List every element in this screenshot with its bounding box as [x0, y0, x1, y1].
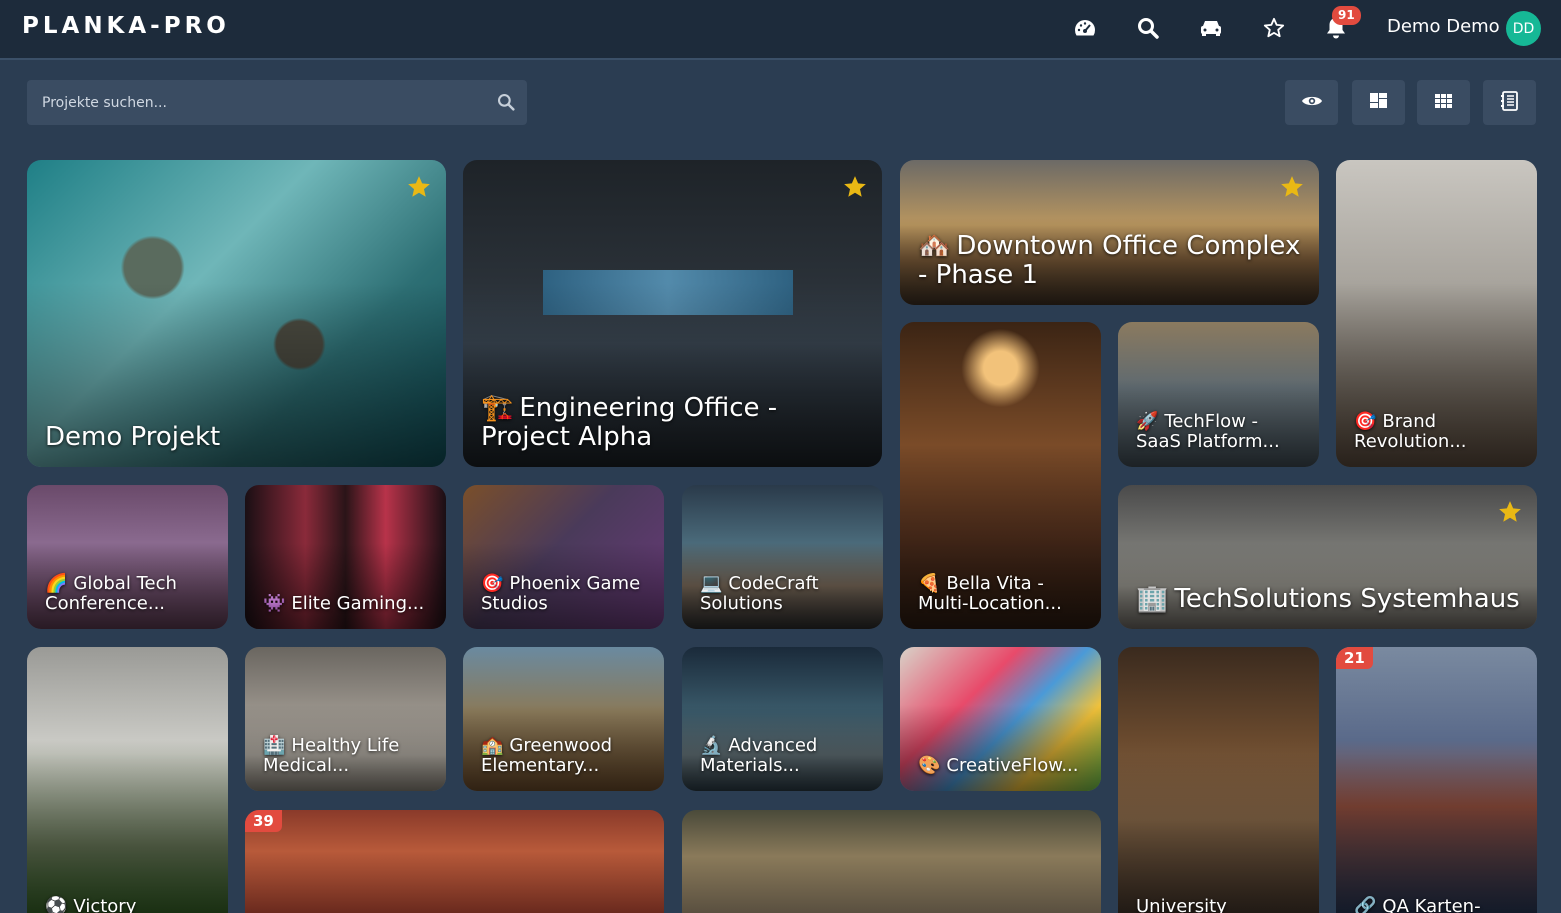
eye-icon [1301, 93, 1323, 112]
project-title: 🏘️ Downtown Office Complex - Phase 1 [918, 230, 1301, 290]
project-title: 🔬 Advanced Materials... [700, 734, 818, 776]
avatar[interactable]: DD [1506, 11, 1541, 46]
project-card[interactable]: 🎨 CreativeFlow... [900, 647, 1101, 791]
project-card[interactable]: Demo Projekt [27, 160, 446, 467]
search-icon [497, 93, 515, 115]
masonry-view-button[interactable] [1352, 80, 1405, 125]
project-title: 🔗 QA Karten- [1354, 895, 1481, 913]
project-card[interactable]: 🏢 TechSolutions Systemhaus [1118, 485, 1537, 629]
project-card[interactable]: 🌈 Global Tech Conference... [27, 485, 228, 629]
search-input[interactable] [42, 94, 482, 111]
project-title: 🏫 Greenwood Elementary... [481, 734, 613, 776]
project-card[interactable]: ⚽ Victory [27, 647, 228, 913]
project-title: 🏢 TechSolutions Systemhaus [1136, 583, 1520, 614]
project-card[interactable]: 💻 CodeCraft Solutions [682, 485, 883, 629]
list-view-button[interactable] [1483, 80, 1536, 125]
masonry-view-icon [1370, 93, 1387, 112]
project-title: ⚽ Victory [45, 895, 137, 913]
toggle-hidden-button[interactable] [1285, 80, 1338, 125]
project-card[interactable]: 39 [245, 810, 664, 913]
project-card[interactable]: 🔬 Advanced Materials... [682, 647, 883, 791]
project-card[interactable]: University [1118, 647, 1319, 913]
projects-icon[interactable] [1197, 14, 1225, 42]
project-title: 🚀 TechFlow - SaaS Platform... [1136, 410, 1280, 452]
card-count-badge: 21 [1336, 647, 1373, 669]
project-card[interactable] [682, 810, 1101, 913]
project-title: Demo Projekt [45, 421, 221, 452]
project-card[interactable]: 🏗️ Engineering Office - Project Alpha [463, 160, 882, 467]
project-card[interactable]: 🎯 Phoenix Game Studios [463, 485, 664, 629]
favorite-star-icon[interactable] [1497, 499, 1523, 529]
favorite-star-icon[interactable] [842, 174, 868, 204]
user-name[interactable]: Demo Demo [1387, 16, 1500, 37]
favorites-icon[interactable] [1260, 14, 1288, 42]
project-title: 🍕 Bella Vita - Multi-Location... [918, 572, 1062, 614]
brand-logo[interactable]: PLANKA-PRO [22, 13, 230, 39]
project-title: 🏗️ Engineering Office - Project Alpha [481, 392, 778, 452]
project-title: 🏥 Healthy Life Medical... [263, 734, 400, 776]
project-card[interactable]: 🏘️ Downtown Office Complex - Phase 1 [900, 160, 1319, 305]
project-title: 🎯 Phoenix Game Studios [481, 572, 641, 614]
search-icon[interactable] [1134, 14, 1162, 42]
project-card[interactable]: 👾 Elite Gaming... [245, 485, 446, 629]
dashboard-icon[interactable] [1071, 14, 1099, 42]
project-title: 👾 Elite Gaming... [263, 592, 425, 614]
project-title: 💻 CodeCraft Solutions [700, 572, 819, 614]
grid-view-button[interactable] [1417, 80, 1470, 125]
project-card[interactable]: 21 🔗 QA Karten- [1336, 647, 1537, 913]
notification-badge: 91 [1332, 6, 1361, 25]
project-card[interactable]: 🏥 Healthy Life Medical... [245, 647, 446, 791]
project-search [27, 80, 527, 125]
project-card[interactable]: 🚀 TechFlow - SaaS Platform... [1118, 322, 1319, 467]
favorite-star-icon[interactable] [406, 174, 432, 204]
favorite-star-icon[interactable] [1279, 174, 1305, 204]
top-bar: PLANKA-PRO 91 Demo Demo DD [0, 0, 1561, 60]
project-card[interactable]: 🏫 Greenwood Elementary... [463, 647, 664, 791]
grid-view-icon [1435, 93, 1452, 112]
project-card[interactable]: 🎯 Brand Revolution... [1336, 160, 1537, 467]
project-title: 🌈 Global Tech Conference... [45, 572, 177, 614]
list-view-icon [1500, 90, 1519, 115]
project-card[interactable]: 🍕 Bella Vita - Multi-Location... [900, 322, 1101, 629]
project-title: 🎯 Brand Revolution... [1354, 410, 1467, 452]
project-title: 🎨 CreativeFlow... [918, 754, 1079, 776]
project-title: University [1136, 895, 1227, 913]
card-count-badge: 39 [245, 810, 282, 832]
